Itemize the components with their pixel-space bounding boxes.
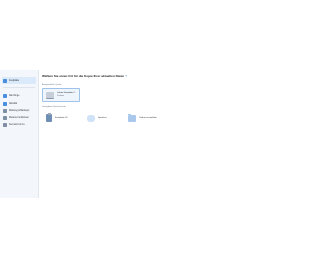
sidebar: Festplatte Alle Dinge Aktivität Wartung … (0, 70, 39, 198)
folder-icon (128, 113, 136, 122)
source-card-name: Lokale Festplatte C: (57, 92, 76, 94)
usb-drive-icon (46, 112, 52, 122)
sidebar-item-label: Kennwort & Co. (9, 123, 26, 126)
sidebar-item-kennwort[interactable]: Kennwort & Co. (2, 121, 36, 128)
cloud-icon (87, 114, 95, 122)
disk-icon (3, 78, 7, 83)
key-icon (3, 122, 7, 127)
maintenance-icon (3, 108, 7, 113)
help-icon[interactable]: ? (125, 74, 127, 78)
destination-label: Festplatte 01 (55, 117, 68, 119)
sidebar-item-alle-dinge[interactable]: Alle Dinge (2, 92, 36, 99)
destination-ordner[interactable]: Ordner auswählen (128, 113, 157, 123)
sidebar-item-label: Aktivität (9, 102, 18, 105)
source-label: Ausgewählte Quelle (42, 84, 62, 86)
destination-label: Ordner auswählen (139, 117, 157, 119)
sidebar-item-festplatte[interactable]: Festplatte (2, 77, 36, 84)
copy-icon (3, 93, 7, 98)
sidebar-item-label: Weitere Funktionen (9, 116, 29, 119)
source-card-sub: Partition (57, 95, 64, 97)
tools-icon (3, 115, 7, 120)
sidebar-item-label: Alle Dinge (9, 94, 20, 97)
destination-label: Speicher (98, 117, 107, 119)
disk-icon (46, 92, 54, 99)
page-title-text: Wählen Sie einen Ort für die Kopie Ihrer… (42, 74, 125, 78)
destination-speicher[interactable]: Speicher (87, 113, 107, 123)
sidebar-item-aktivitaet[interactable]: Aktivität (2, 100, 36, 107)
sidebar-divider (3, 87, 35, 88)
sidebar-item-wartung[interactable]: Wartung & Backups (2, 107, 36, 114)
sidebar-item-label: Festplatte (9, 79, 20, 82)
sidebar-item-label: Wartung & Backups (9, 109, 30, 112)
destinations-label: Verfügbare Speicherorte (42, 106, 66, 108)
destination-festplatte[interactable]: Festplatte 01 (46, 112, 68, 123)
sidebar-item-weitere[interactable]: Weitere Funktionen (2, 114, 36, 121)
activity-icon (3, 101, 7, 106)
source-card[interactable]: Lokale Festplatte C: Partition (42, 88, 80, 102)
page-title: Wählen Sie einen Ort für die Kopie Ihrer… (42, 74, 127, 78)
